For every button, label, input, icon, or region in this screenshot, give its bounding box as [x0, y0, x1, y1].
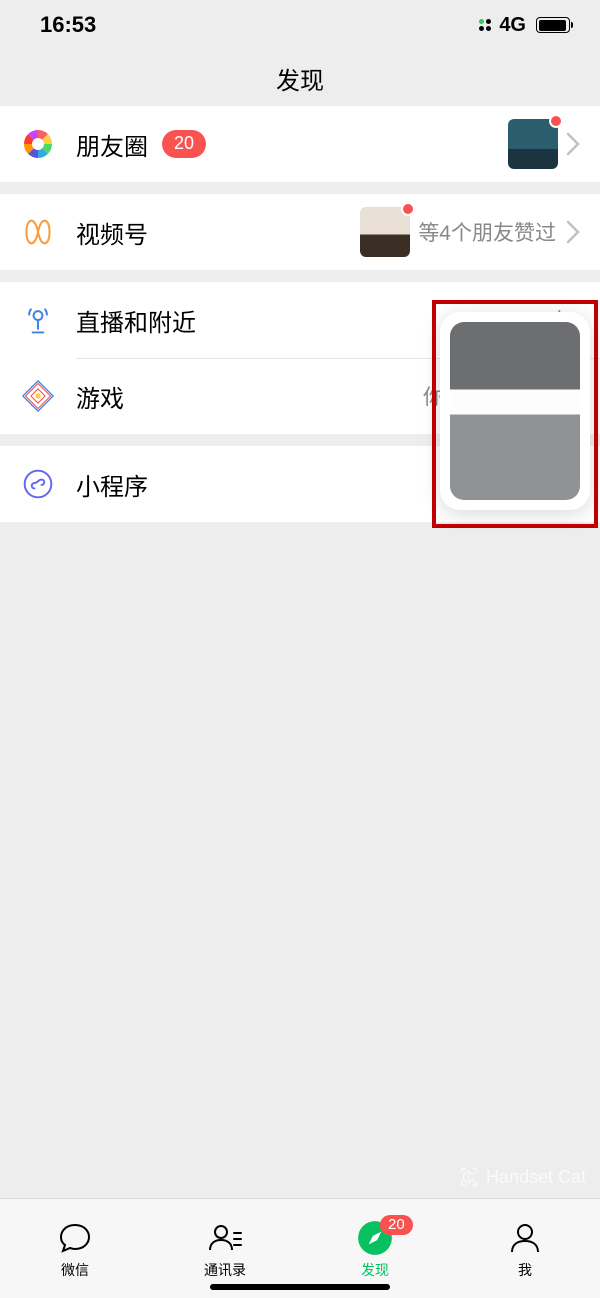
- watermark: Handset Cat: [458, 1166, 586, 1188]
- chevron-right-icon: [566, 132, 580, 156]
- chevron-right-icon: [566, 220, 580, 244]
- me-icon: [506, 1219, 544, 1257]
- row-channels[interactable]: 视频号 等4个朋友赞过: [0, 194, 600, 270]
- live-nearby-label: 直播和附近: [76, 303, 196, 338]
- status-time: 16:53: [40, 12, 96, 38]
- red-dot-icon: [549, 114, 563, 128]
- status-right: 4G: [479, 14, 570, 37]
- tab-contacts[interactable]: 通讯录: [150, 1199, 300, 1280]
- tab-discover[interactable]: 20 发现: [300, 1199, 450, 1280]
- channels-thumb: [360, 207, 410, 257]
- live-nearby-icon: [20, 302, 56, 338]
- floating-video-content: [450, 322, 580, 500]
- floating-video-window[interactable]: [440, 312, 590, 510]
- moments-icon: [20, 126, 56, 162]
- section-channels: 视频号 等4个朋友赞过: [0, 194, 600, 270]
- moments-thumb: [508, 119, 558, 169]
- channels-subtext: 等4个朋友赞过: [418, 217, 556, 247]
- tab-bar: 微信 通讯录 20 发现 我: [0, 1198, 600, 1298]
- signal-icon: [479, 19, 491, 31]
- channels-icon: [20, 214, 56, 250]
- moments-badge: 20: [162, 130, 206, 157]
- watermark-icon: [458, 1166, 480, 1188]
- tab-me-label: 我: [518, 1260, 532, 1280]
- moments-label: 朋友圈: [76, 127, 148, 162]
- games-icon: [20, 378, 56, 414]
- miniprogram-icon: [20, 466, 56, 502]
- status-bar: 16:53 4G: [0, 0, 600, 50]
- tab-chat[interactable]: 微信: [0, 1199, 150, 1280]
- miniprogram-label: 小程序: [76, 467, 148, 502]
- tab-discover-badge: 20: [380, 1215, 413, 1235]
- watermark-text: Handset Cat: [486, 1167, 586, 1188]
- page-header: 发现: [0, 50, 600, 106]
- contacts-icon: [206, 1219, 244, 1257]
- discover-icon: 20: [356, 1219, 394, 1257]
- section-moments: 朋友圈 20: [0, 106, 600, 182]
- row-moments[interactable]: 朋友圈 20: [0, 106, 600, 182]
- tab-me[interactable]: 我: [450, 1199, 600, 1280]
- tab-discover-label: 发现: [361, 1260, 389, 1280]
- red-dot-icon: [401, 202, 415, 216]
- games-label: 游戏: [76, 379, 124, 414]
- home-indicator[interactable]: [210, 1284, 390, 1290]
- channels-label: 视频号: [76, 215, 148, 250]
- battery-icon: [536, 17, 570, 33]
- tab-contacts-label: 通讯录: [204, 1260, 246, 1280]
- chat-icon: [56, 1219, 94, 1257]
- page-title: 发现: [276, 61, 324, 96]
- tab-chat-label: 微信: [61, 1260, 89, 1280]
- cell-label: 4G: [499, 14, 526, 37]
